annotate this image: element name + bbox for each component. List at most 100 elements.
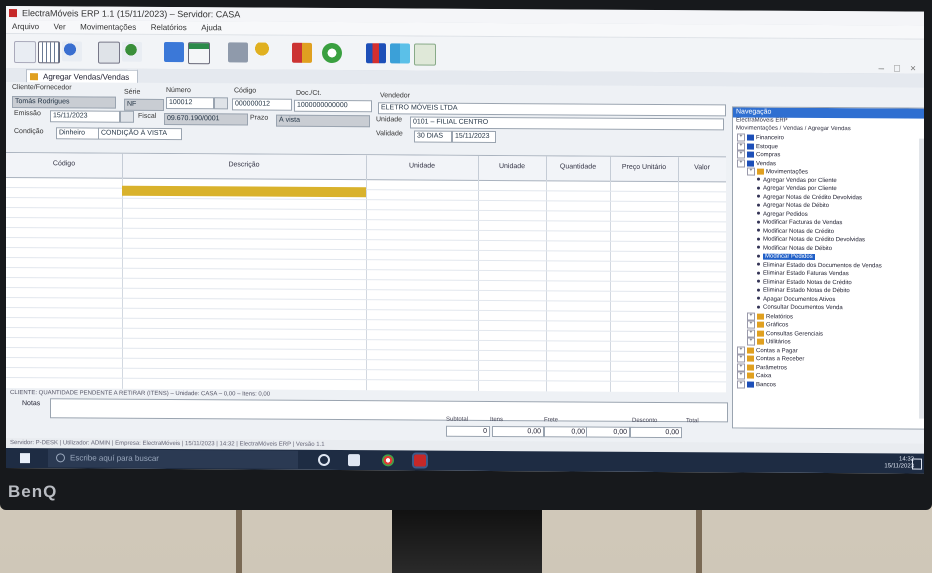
notes-label: Notas (22, 400, 41, 408)
folder-icon (747, 134, 754, 141)
folder-icon (747, 151, 754, 158)
expand-icon[interactable]: + (737, 371, 745, 380)
col-unidade[interactable]: Unidade (366, 155, 479, 180)
data-field[interactable]: 15/11/2023 (452, 130, 496, 143)
subtotal-value: 0 (446, 425, 490, 437)
expand-icon[interactable]: + (737, 379, 745, 389)
printer-icon[interactable] (228, 42, 248, 63)
monitor-stand (392, 510, 542, 573)
prazo-field[interactable]: À vista (276, 114, 370, 128)
cable (696, 510, 702, 573)
expand-icon[interactable]: + (747, 320, 755, 329)
user-add-icon[interactable] (122, 41, 142, 62)
task-view-icon[interactable] (348, 454, 360, 467)
menu-item-relatorios[interactable]: Relatórios (151, 23, 187, 32)
report-icon[interactable] (390, 43, 410, 64)
lightbulb-icon[interactable] (252, 42, 272, 63)
menu-item-ajuda[interactable]: Ajuda (201, 23, 221, 32)
expand-icon[interactable]: + (737, 362, 745, 372)
search-icon (56, 453, 65, 463)
frete-value: 0,00 (544, 426, 588, 438)
numero-label: Número (166, 86, 191, 95)
expand-icon[interactable]: + (737, 345, 745, 355)
bullet-icon (757, 178, 760, 182)
bullet-icon (757, 237, 760, 241)
tray-date: 15/11/2023 (884, 463, 914, 470)
monitor-brand-logo: BenQ (8, 482, 58, 501)
windows-start-icon[interactable] (20, 453, 30, 464)
tab-label: Agregar Vendas/Vendas (43, 72, 130, 82)
cortana-icon[interactable] (318, 453, 330, 466)
emissao-field[interactable]: 15/11/2023 (50, 110, 120, 123)
expand-icon[interactable]: + (737, 133, 745, 142)
condicao-label: Condição (14, 128, 44, 136)
sheet-icon[interactable] (414, 43, 436, 66)
chrome-icon[interactable] (382, 454, 394, 467)
menu-item-arquivo[interactable]: Arquivo (12, 22, 39, 31)
tree-node-label: Modificar Notas de Crédito (763, 228, 835, 235)
unidade-field[interactable]: 0101 – FILIAL CENTRO (410, 116, 724, 131)
bullet-icon (757, 195, 760, 199)
columns-icon[interactable] (38, 41, 60, 64)
expand-icon[interactable]: + (747, 167, 755, 176)
cliente-field[interactable]: Tomás Rodrigues (12, 96, 116, 109)
tree-node-label: Compras (756, 152, 781, 159)
tree-node-label: Contas a Pagar (756, 347, 798, 354)
col-valor[interactable]: Valor (678, 157, 726, 182)
taskbar-search-box[interactable]: Escribe aquí para buscar (48, 449, 298, 469)
bullet-icon (757, 297, 760, 301)
calculator-icon[interactable] (164, 41, 184, 63)
cliente-label: Cliente/Fornecedor (12, 84, 72, 92)
expand-icon[interactable]: + (737, 150, 745, 159)
numero-field[interactable]: 100012 (166, 96, 214, 110)
clipboard-icon[interactable] (98, 41, 120, 64)
expand-icon[interactable]: + (747, 312, 755, 321)
erp-app-icon[interactable] (412, 452, 428, 469)
tree-node-label: Movimentações (766, 169, 809, 176)
tree-node-label: Contas a Receber (756, 356, 805, 363)
tree-node-label: Eliminar Estado Notas de Crédito (763, 279, 852, 286)
total-label: Total (686, 418, 699, 425)
expand-icon[interactable]: + (737, 354, 745, 363)
condicao-field[interactable]: Dinheiro (56, 127, 100, 140)
col-quantidade[interactable]: Quantidade (546, 156, 611, 181)
doc-field[interactable]: 1000000000000 (294, 99, 372, 113)
expand-icon[interactable]: + (747, 337, 755, 346)
tree-node-label: Eliminar Estado dos Documentos de Vendas (763, 262, 882, 269)
bullet-icon (757, 229, 760, 233)
refresh-icon[interactable] (322, 42, 342, 64)
validade-field[interactable]: 30 DIAS (414, 130, 452, 143)
system-tray[interactable]: 14:32 15/11/2023 (884, 456, 914, 470)
expand-icon[interactable]: + (737, 158, 745, 168)
notification-icon[interactable] (912, 458, 922, 470)
menu-item-ver[interactable]: Ver (54, 22, 66, 31)
expand-icon[interactable]: + (747, 329, 755, 338)
new-document-icon[interactable] (14, 41, 36, 64)
spreadsheet-icon[interactable] (188, 42, 210, 65)
bullet-icon (757, 203, 760, 207)
app-icon (9, 9, 17, 18)
users-icon[interactable] (62, 41, 82, 62)
chart-icon[interactable] (292, 42, 312, 63)
col-codigo[interactable]: Código (6, 153, 123, 178)
menu-item-movimentacoes[interactable]: Movimentações (80, 22, 136, 31)
bar-chart-icon[interactable] (366, 43, 386, 64)
selected-cell[interactable] (122, 185, 366, 198)
bullet-icon (757, 288, 760, 292)
col-unidade-2[interactable]: Unidade (478, 155, 547, 181)
bullet-icon (757, 254, 760, 258)
expand-icon[interactable]: + (737, 141, 745, 151)
tree-node[interactable]: + Bancos (733, 379, 924, 390)
col-preco-unitario[interactable]: Preço Unitário (610, 156, 679, 182)
calendar-icon[interactable] (120, 110, 134, 123)
col-descricao[interactable]: Descrição (122, 153, 367, 180)
tree-node-label: Consultas Gerenciais (766, 330, 824, 338)
codigo-field[interactable]: 000000012 (232, 98, 292, 111)
lookup-button[interactable] (214, 97, 228, 110)
vendedor-field[interactable]: ELETRO MÓVEIS LTDA (378, 102, 726, 117)
serie-field[interactable]: NF (124, 98, 164, 111)
condicao-desc-field[interactable]: CONDIÇÃO À VISTA (98, 127, 182, 141)
fiscal-field[interactable]: 09.670.190/0001 (164, 112, 248, 126)
tree-scrollbar[interactable] (919, 138, 924, 419)
tree-node-label: Agregar Notas de Crédito Devolvidas (763, 194, 863, 201)
